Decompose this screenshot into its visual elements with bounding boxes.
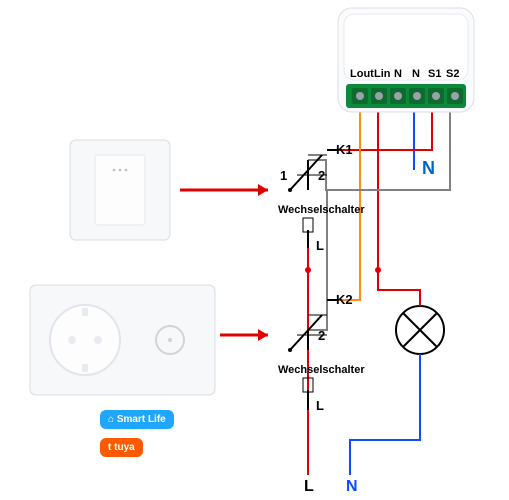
- sw1-t1: 1: [280, 168, 287, 183]
- tuya-text: tuya: [114, 442, 135, 453]
- sw2-tl: L: [316, 398, 324, 413]
- relay-module-image: [338, 8, 474, 112]
- terminal-lin: Lin: [374, 68, 391, 80]
- supply-l: L: [304, 478, 314, 496]
- terminal-s2: S2: [446, 68, 459, 80]
- sw1-label: Wechselschalter: [278, 204, 365, 216]
- terminal-n1: N: [394, 68, 402, 80]
- arrow-1: [180, 184, 268, 196]
- terminal-s1: S1: [428, 68, 441, 80]
- wall-switch-image: [70, 140, 170, 240]
- terminal-lout: Lout: [350, 68, 374, 80]
- sw1-t2: 2: [318, 168, 325, 183]
- terminal-n2: N: [412, 68, 420, 80]
- k2-label: K2: [336, 292, 353, 307]
- sw2-label: Wechselschalter: [278, 364, 365, 376]
- supply-n: N: [346, 478, 358, 496]
- socket-switch-image: [30, 285, 215, 395]
- neutral-label: N: [422, 158, 435, 179]
- lamp-symbol: [396, 306, 444, 354]
- arrow-2: [220, 329, 268, 341]
- sw1-tl: L: [316, 238, 324, 253]
- home-icon: ⌂: [108, 414, 114, 425]
- tuya-badge: t tuya: [100, 438, 143, 457]
- smartlife-text: Smart Life: [117, 414, 166, 425]
- sw2-t2: 2: [318, 328, 325, 343]
- k1-label: K1: [336, 142, 353, 157]
- smartlife-badge: ⌂ Smart Life: [100, 410, 174, 429]
- tuya-icon: t: [108, 442, 111, 453]
